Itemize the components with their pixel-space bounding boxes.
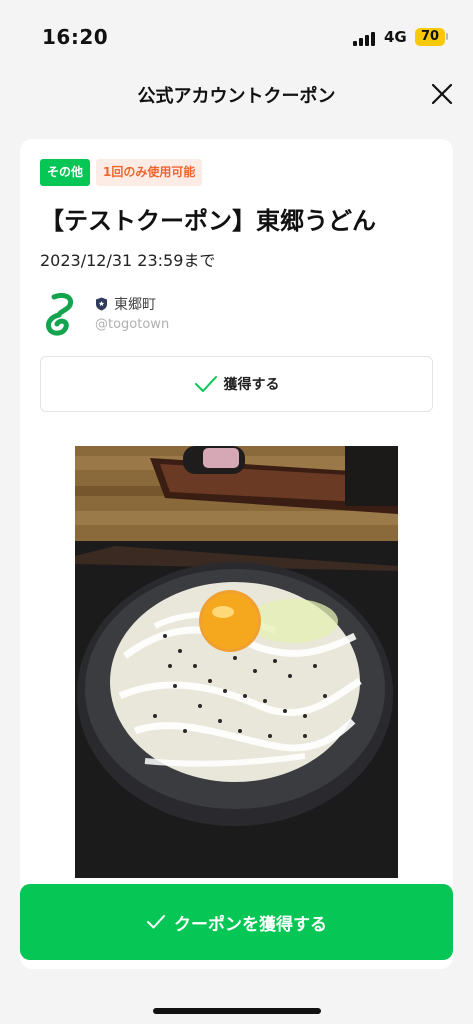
- page-header: 公式アカウントクーポン: [0, 70, 473, 120]
- status-bar: 16:20 4G 70: [0, 0, 473, 70]
- battery-cap: [446, 33, 448, 40]
- get-coupon-button[interactable]: クーポンを獲得する: [20, 884, 453, 960]
- close-button[interactable]: [428, 80, 456, 108]
- account-logo: [45, 292, 74, 336]
- network-type: 4G: [384, 28, 407, 46]
- coupon-tags: その他 1回のみ使用可能: [40, 159, 203, 186]
- check-icon: [147, 915, 165, 929]
- category-tag: その他: [40, 159, 91, 186]
- signal-icon: [353, 30, 379, 46]
- account-info[interactable]: 東郷町 @togotown: [40, 289, 340, 339]
- account-name: 東郷町: [114, 297, 156, 313]
- coupon-expiry: 2023/12/31 23:59まで: [40, 251, 216, 270]
- coupon-card: その他 1回のみ使用可能 【テストクーポン】東郷うどん 2023/12/31 2…: [20, 139, 453, 969]
- home-indicator[interactable]: [153, 1008, 321, 1014]
- account-id: @togotown: [95, 317, 170, 332]
- coupon-title: 【テストクーポン】東郷うどん: [40, 207, 376, 235]
- acquire-button[interactable]: 獲得する: [40, 356, 433, 412]
- coupon-photo: [75, 446, 398, 878]
- get-coupon-label: クーポンを獲得する: [174, 914, 327, 935]
- shield-icon: [96, 297, 107, 311]
- usage-limit-tag: 1回のみ使用可能: [96, 159, 203, 186]
- status-time: 16:20: [42, 25, 109, 49]
- close-icon: [431, 83, 453, 105]
- battery-icon: 70: [415, 28, 445, 46]
- acquire-label: 獲得する: [223, 377, 280, 393]
- check-icon: [194, 376, 217, 392]
- page-title: 公式アカウントクーポン: [137, 86, 336, 107]
